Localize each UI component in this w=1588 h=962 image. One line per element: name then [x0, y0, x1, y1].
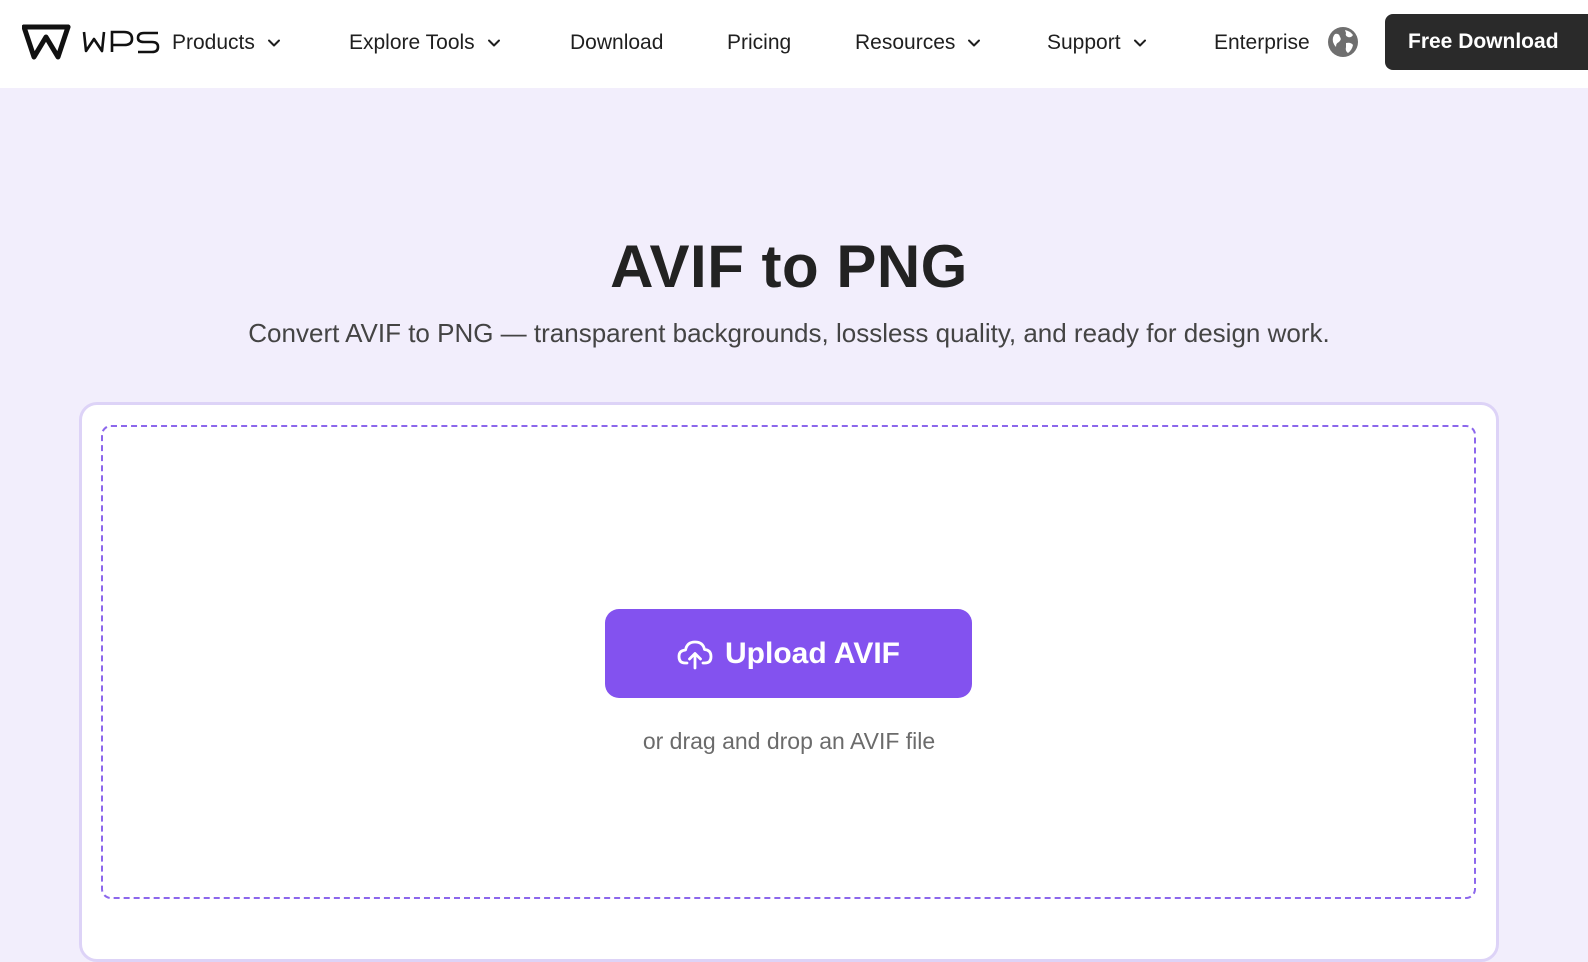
top-navigation-bar: Products Explore Tools Download Pricing … — [0, 0, 1588, 88]
nav-products[interactable]: Products — [172, 28, 281, 58]
nav-download[interactable]: Download — [570, 28, 663, 58]
free-download-button[interactable]: Free Download — [1385, 14, 1588, 70]
upload-avif-button[interactable]: Upload AVIF — [605, 609, 972, 698]
page-title: AVIF to PNG — [610, 233, 968, 300]
nav-pricing-label: Pricing — [727, 31, 792, 54]
wps-logo-mark — [22, 24, 160, 60]
nav-enterprise-label: Enterprise — [1214, 31, 1310, 54]
nav-products-label: Products — [172, 31, 255, 54]
page-subtitle: Convert AVIF to PNG — transparent backgr… — [248, 318, 1330, 348]
chevron-down-icon — [267, 39, 280, 47]
chevron-down-icon — [1133, 39, 1146, 47]
nav-resources-label: Resources — [855, 31, 956, 54]
nav-enterprise[interactable]: Enterprise — [1214, 28, 1310, 58]
chevron-down-icon — [487, 39, 500, 47]
nav-resources[interactable]: Resources — [855, 28, 981, 58]
chevron-down-icon — [968, 39, 981, 47]
upload-avif-button-label: Upload AVIF — [725, 636, 900, 670]
nav-explore-tools-label: Explore Tools — [349, 31, 475, 54]
nav-support-label: Support — [1047, 31, 1121, 54]
wps-logo[interactable] — [22, 23, 162, 61]
nav-support[interactable]: Support — [1047, 28, 1147, 58]
nav-pricing[interactable]: Pricing — [727, 28, 791, 58]
cloud-upload-icon — [677, 640, 713, 669]
drag-drop-hint: or drag and drop an AVIF file — [642, 728, 936, 754]
nav-explore-tools[interactable]: Explore Tools — [349, 28, 501, 58]
globe-icon[interactable] — [1326, 25, 1360, 59]
nav-download-label: Download — [570, 31, 664, 54]
